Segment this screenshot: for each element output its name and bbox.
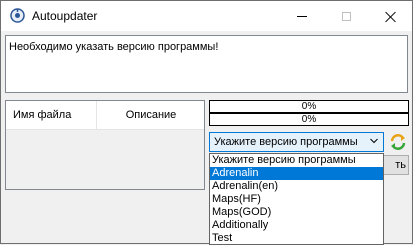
dropdown-option[interactable]: Additionally	[210, 219, 383, 232]
dropdown-option[interactable]: Maps(HF)	[210, 193, 383, 206]
version-select-value: Укажите версию программы	[214, 136, 358, 148]
version-select[interactable]: Укажите версию программы	[209, 132, 384, 152]
progress-label-2: 0%	[301, 114, 317, 125]
window-title: Autoupdater	[32, 9, 98, 23]
version-dropdown-list[interactable]: Укажите версию программы Adrenalin Adren…	[209, 153, 384, 245]
dropdown-option[interactable]: Adrenalin(en)	[210, 180, 383, 193]
progress-label-1: 0%	[301, 101, 317, 112]
message-text: Необходимо указать версию программы!	[9, 41, 219, 53]
column-header-filename[interactable]: Имя файла	[6, 101, 97, 129]
maximize-icon	[341, 11, 351, 21]
minimize-icon	[297, 15, 307, 17]
file-list[interactable]: Имя файла Описание	[5, 100, 205, 190]
dropdown-option[interactable]: Test	[210, 232, 383, 244]
close-button[interactable]	[368, 1, 412, 31]
action-button-label: ть	[395, 159, 406, 171]
title-bar: Autoupdater	[1, 1, 412, 31]
file-list-body	[6, 130, 204, 189]
app-window: Autoupdater Необходимо указать версию пр…	[0, 0, 413, 245]
progress-bar-1: 0%	[209, 100, 409, 113]
message-box[interactable]: Необходимо указать версию программы!	[5, 35, 408, 93]
close-icon	[385, 11, 396, 22]
maximize-button[interactable]	[324, 1, 368, 31]
chevron-down-icon	[370, 138, 378, 144]
dropdown-option-highlighted[interactable]: Adrenalin	[210, 167, 383, 180]
column-header-description[interactable]: Описание	[98, 101, 204, 129]
refresh-icon[interactable]	[389, 133, 407, 151]
dropdown-option[interactable]: Maps(GOD)	[210, 206, 383, 219]
minimize-button[interactable]	[280, 1, 324, 31]
progress-bar-2: 0%	[209, 113, 409, 126]
dropdown-option[interactable]: Укажите версию программы	[210, 154, 383, 167]
autoupdater-icon	[10, 8, 25, 23]
file-list-header: Имя файла Описание	[6, 101, 204, 130]
